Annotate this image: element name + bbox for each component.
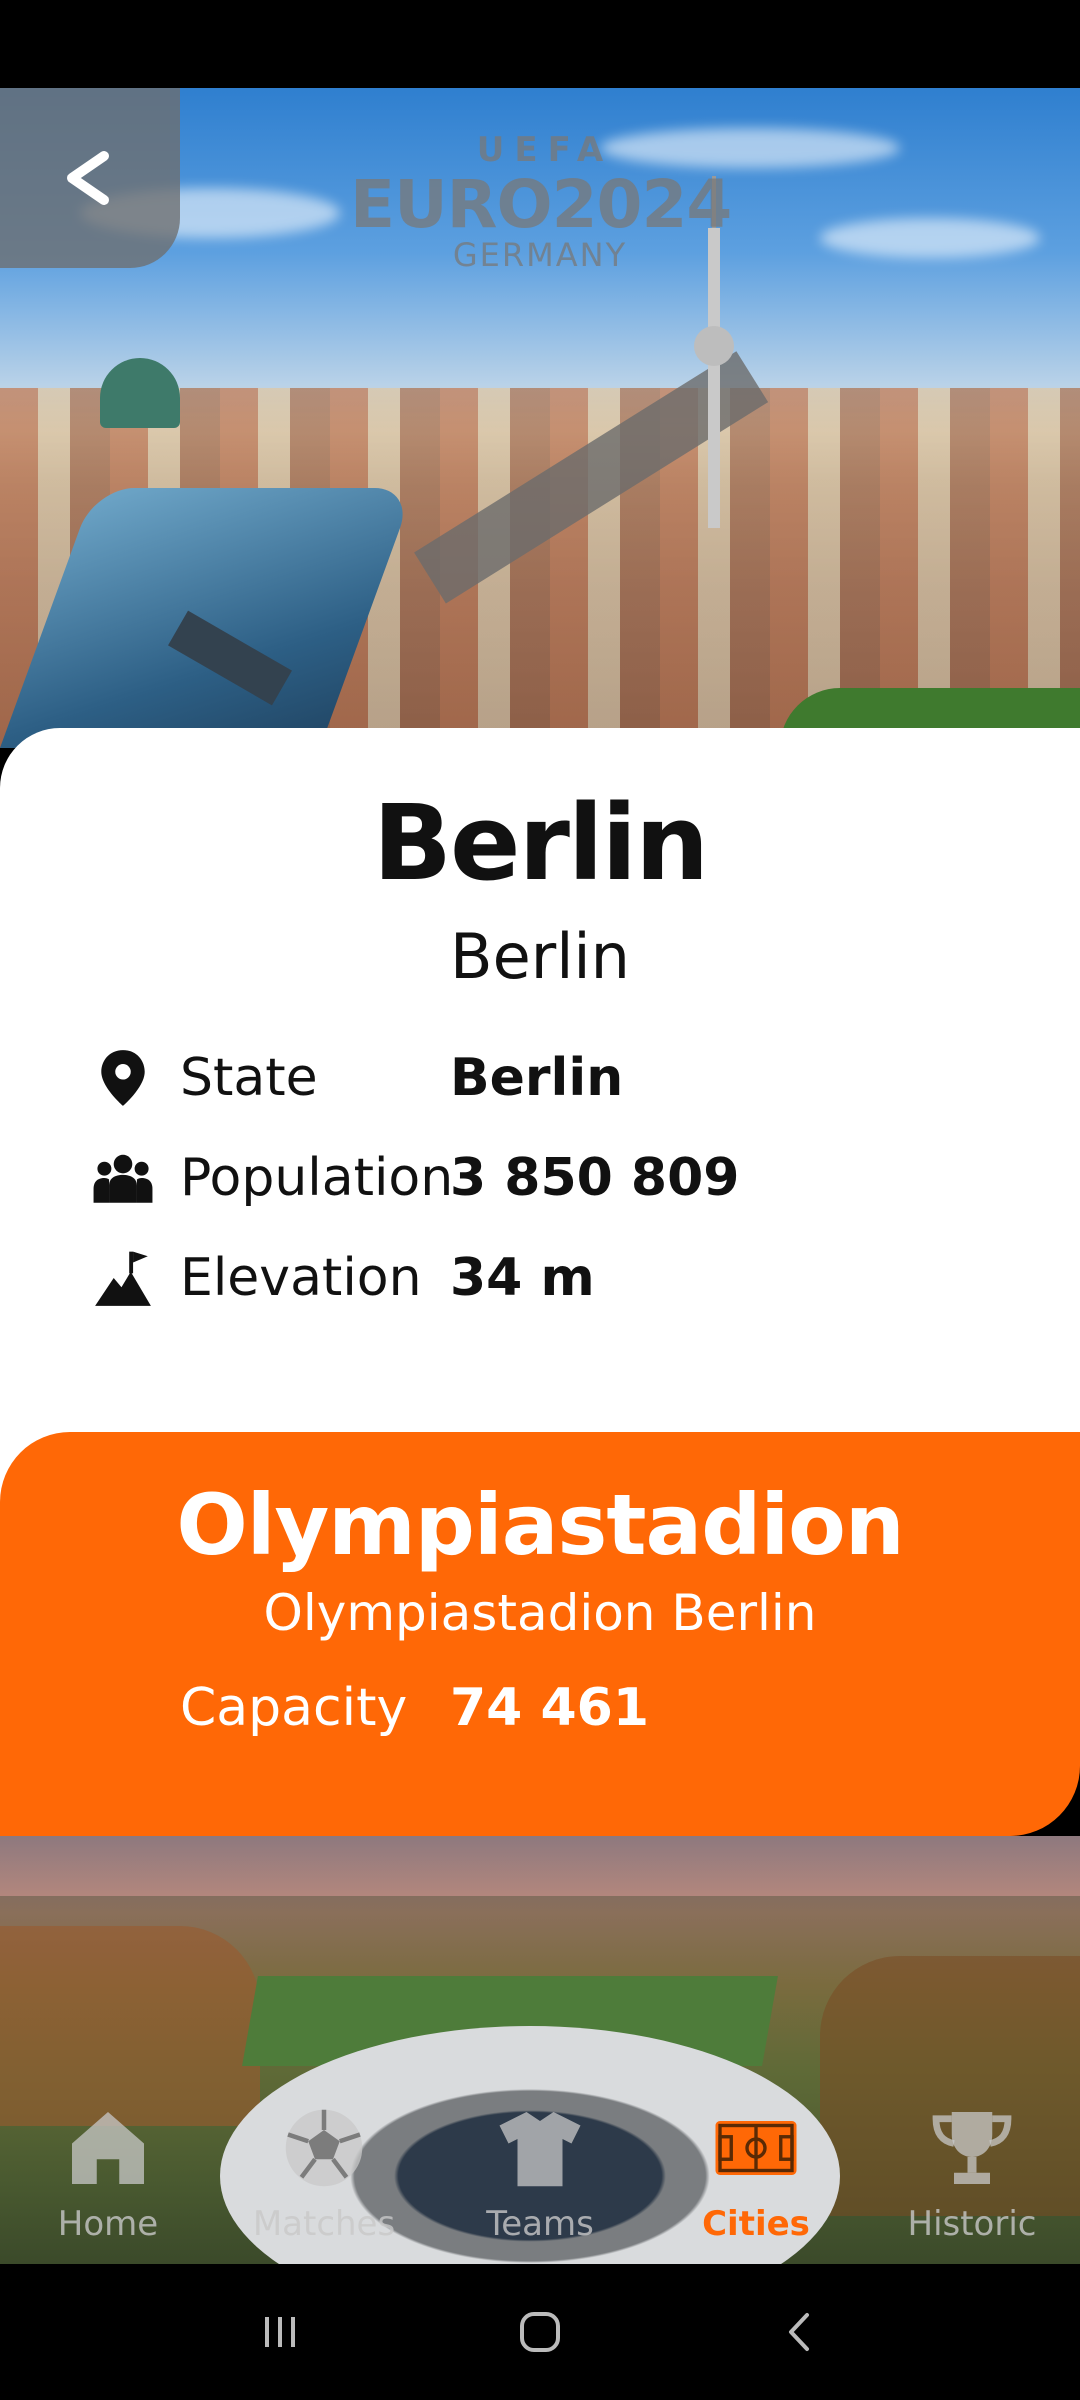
jersey-icon — [492, 2100, 588, 2196]
tab-label: Home — [57, 2204, 159, 2244]
tab-label: Cities — [702, 2204, 810, 2244]
mountain-flag-icon — [88, 1243, 158, 1313]
chevron-left-icon — [67, 151, 109, 205]
city-title: Berlin — [372, 782, 709, 904]
logo-euro2024: EURO2024 — [350, 166, 732, 243]
stadium-pitch-icon — [708, 2100, 804, 2196]
people-group-icon — [88, 1143, 158, 1213]
tab-home[interactable]: Home — [0, 2086, 216, 2264]
stadium-full-name: Olympiastadion Berlin — [263, 1584, 817, 1642]
recent-apps-icon — [265, 2317, 295, 2347]
capacity-label: Capacity — [180, 1678, 408, 1738]
stat-label: Elevation — [180, 1248, 422, 1308]
back-icon — [789, 2313, 809, 2351]
stat-row-state: State Berlin — [88, 1038, 988, 1118]
stat-label: Population — [180, 1148, 454, 1208]
recent-apps-button[interactable] — [240, 2292, 320, 2372]
stat-value: Berlin — [450, 1048, 624, 1108]
stadium-card[interactable]: Olympiastadion Olympiastadion Berlin Cap… — [0, 1432, 1080, 1836]
status-bar — [0, 0, 1080, 88]
tab-cities[interactable]: Cities — [648, 2086, 864, 2264]
location-pin-icon — [88, 1043, 158, 1113]
tab-teams[interactable]: Teams — [432, 2086, 648, 2264]
stat-row-elevation: Elevation 34 m — [88, 1238, 988, 1318]
stadium-name: Olympiastadion — [176, 1476, 904, 1574]
back-button[interactable] — [0, 88, 180, 268]
tab-historic[interactable]: Historic — [864, 2086, 1080, 2264]
trophy-icon — [924, 2100, 1020, 2196]
soccer-ball-icon — [276, 2100, 372, 2196]
system-navigation-bar — [0, 2264, 1080, 2400]
capacity-value: 74 461 — [450, 1678, 650, 1738]
city-subtitle: Berlin — [450, 920, 630, 993]
tab-label: Matches — [252, 2204, 396, 2244]
logo-uefa: UEFA — [476, 130, 614, 170]
tab-label: Historic — [907, 2204, 1037, 2244]
tab-label: Teams — [486, 2204, 594, 2244]
stat-value: 3 850 809 — [450, 1148, 740, 1208]
tab-matches[interactable]: Matches — [216, 2086, 432, 2264]
euro2024-logo: UEFA EURO2024 GERMANY — [350, 130, 732, 310]
stat-row-population: Population 3 850 809 — [88, 1138, 988, 1218]
stat-label: State — [180, 1048, 318, 1108]
back-nav-button[interactable] — [760, 2292, 840, 2372]
home-icon — [60, 2100, 156, 2196]
home-circle-icon — [520, 2312, 560, 2352]
bottom-tab-bar: Home Matches Teams Cities Historic — [0, 2086, 1080, 2264]
home-nav-button[interactable] — [500, 2292, 580, 2372]
stat-value: 34 m — [450, 1248, 595, 1308]
